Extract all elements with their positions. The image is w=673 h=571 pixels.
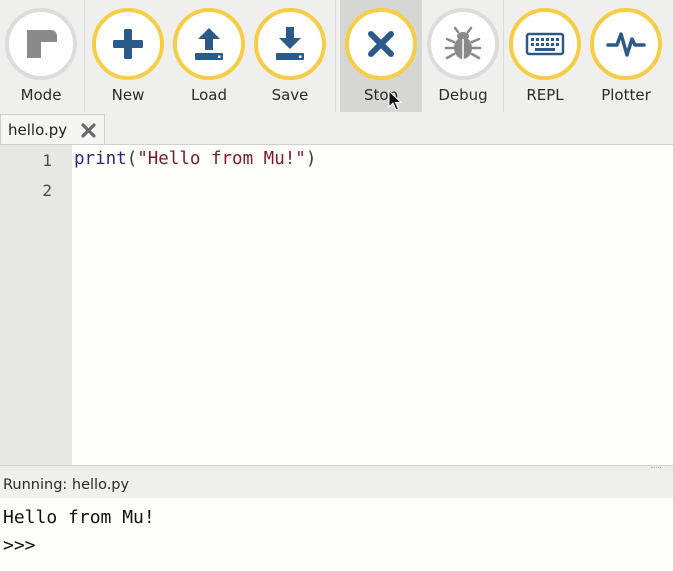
repl-button-ring bbox=[509, 8, 581, 80]
repl-label: REPL bbox=[526, 86, 564, 104]
load-button-ring bbox=[173, 8, 245, 80]
output-console[interactable]: Hello from Mu! >>> bbox=[0, 498, 673, 571]
bug-icon bbox=[444, 26, 482, 60]
line-number-gutter: 1 2 bbox=[0, 145, 72, 465]
upload-icon bbox=[195, 28, 223, 60]
repl-prompt: >>> bbox=[3, 535, 36, 556]
splitter-grip-icon bbox=[651, 467, 661, 470]
save-button-ring bbox=[254, 8, 326, 80]
toolbar: Mode New Load Save Stop Debug REPL Plott… bbox=[0, 0, 673, 112]
code-keyword: print bbox=[74, 149, 127, 169]
stop-button-ring bbox=[345, 8, 417, 80]
debug-button[interactable]: Debug bbox=[422, 0, 504, 112]
load-button[interactable]: Load bbox=[168, 0, 250, 112]
code-string: "Hello from Mu!" bbox=[137, 149, 306, 169]
output-pane-title-text: Running: hello.py bbox=[3, 477, 130, 493]
mode-button[interactable]: Mode bbox=[0, 0, 82, 112]
output-line: Hello from Mu! bbox=[3, 507, 155, 528]
tab-hello-py[interactable]: hello.py bbox=[0, 114, 105, 144]
line-number: 1 bbox=[42, 151, 52, 170]
new-label: New bbox=[111, 86, 145, 104]
code-editor[interactable]: 1 2 print("Hello from Mu!") bbox=[0, 145, 673, 465]
tab-label: hello.py bbox=[8, 121, 68, 139]
code-punctuation: ( bbox=[126, 149, 138, 169]
toolbar-separator bbox=[335, 0, 336, 112]
mode-button-ring bbox=[5, 8, 77, 80]
mode-icon bbox=[27, 30, 57, 58]
close-icon[interactable] bbox=[80, 122, 97, 139]
toolbar-separator bbox=[84, 0, 85, 112]
output-pane-title: Running: hello.py bbox=[0, 471, 673, 498]
code-punctuation: ) bbox=[305, 149, 317, 169]
keyboard-icon bbox=[525, 32, 565, 56]
new-button-ring bbox=[92, 8, 164, 80]
code-line[interactable]: print("Hello from Mu!") bbox=[74, 149, 316, 169]
close-x-icon bbox=[368, 31, 394, 57]
save-button[interactable]: Save bbox=[249, 0, 331, 112]
save-label: Save bbox=[271, 86, 309, 104]
debug-label: Debug bbox=[438, 86, 488, 104]
plotter-button-ring bbox=[590, 8, 662, 80]
tab-bar: hello.py bbox=[0, 112, 673, 145]
plotter-label: Plotter bbox=[601, 86, 651, 104]
stop-button[interactable]: Stop bbox=[340, 0, 422, 112]
plotter-button[interactable]: Plotter bbox=[585, 0, 667, 112]
repl-button[interactable]: REPL bbox=[504, 0, 586, 112]
download-icon bbox=[276, 27, 304, 60]
pulse-icon bbox=[606, 32, 646, 57]
line-number: 2 bbox=[42, 181, 52, 200]
load-label: Load bbox=[191, 86, 227, 104]
plus-icon bbox=[113, 29, 143, 59]
stop-label: Stop bbox=[363, 86, 399, 104]
new-button[interactable]: New bbox=[87, 0, 169, 112]
mode-label: Mode bbox=[20, 86, 62, 104]
debug-button-ring bbox=[427, 8, 499, 80]
